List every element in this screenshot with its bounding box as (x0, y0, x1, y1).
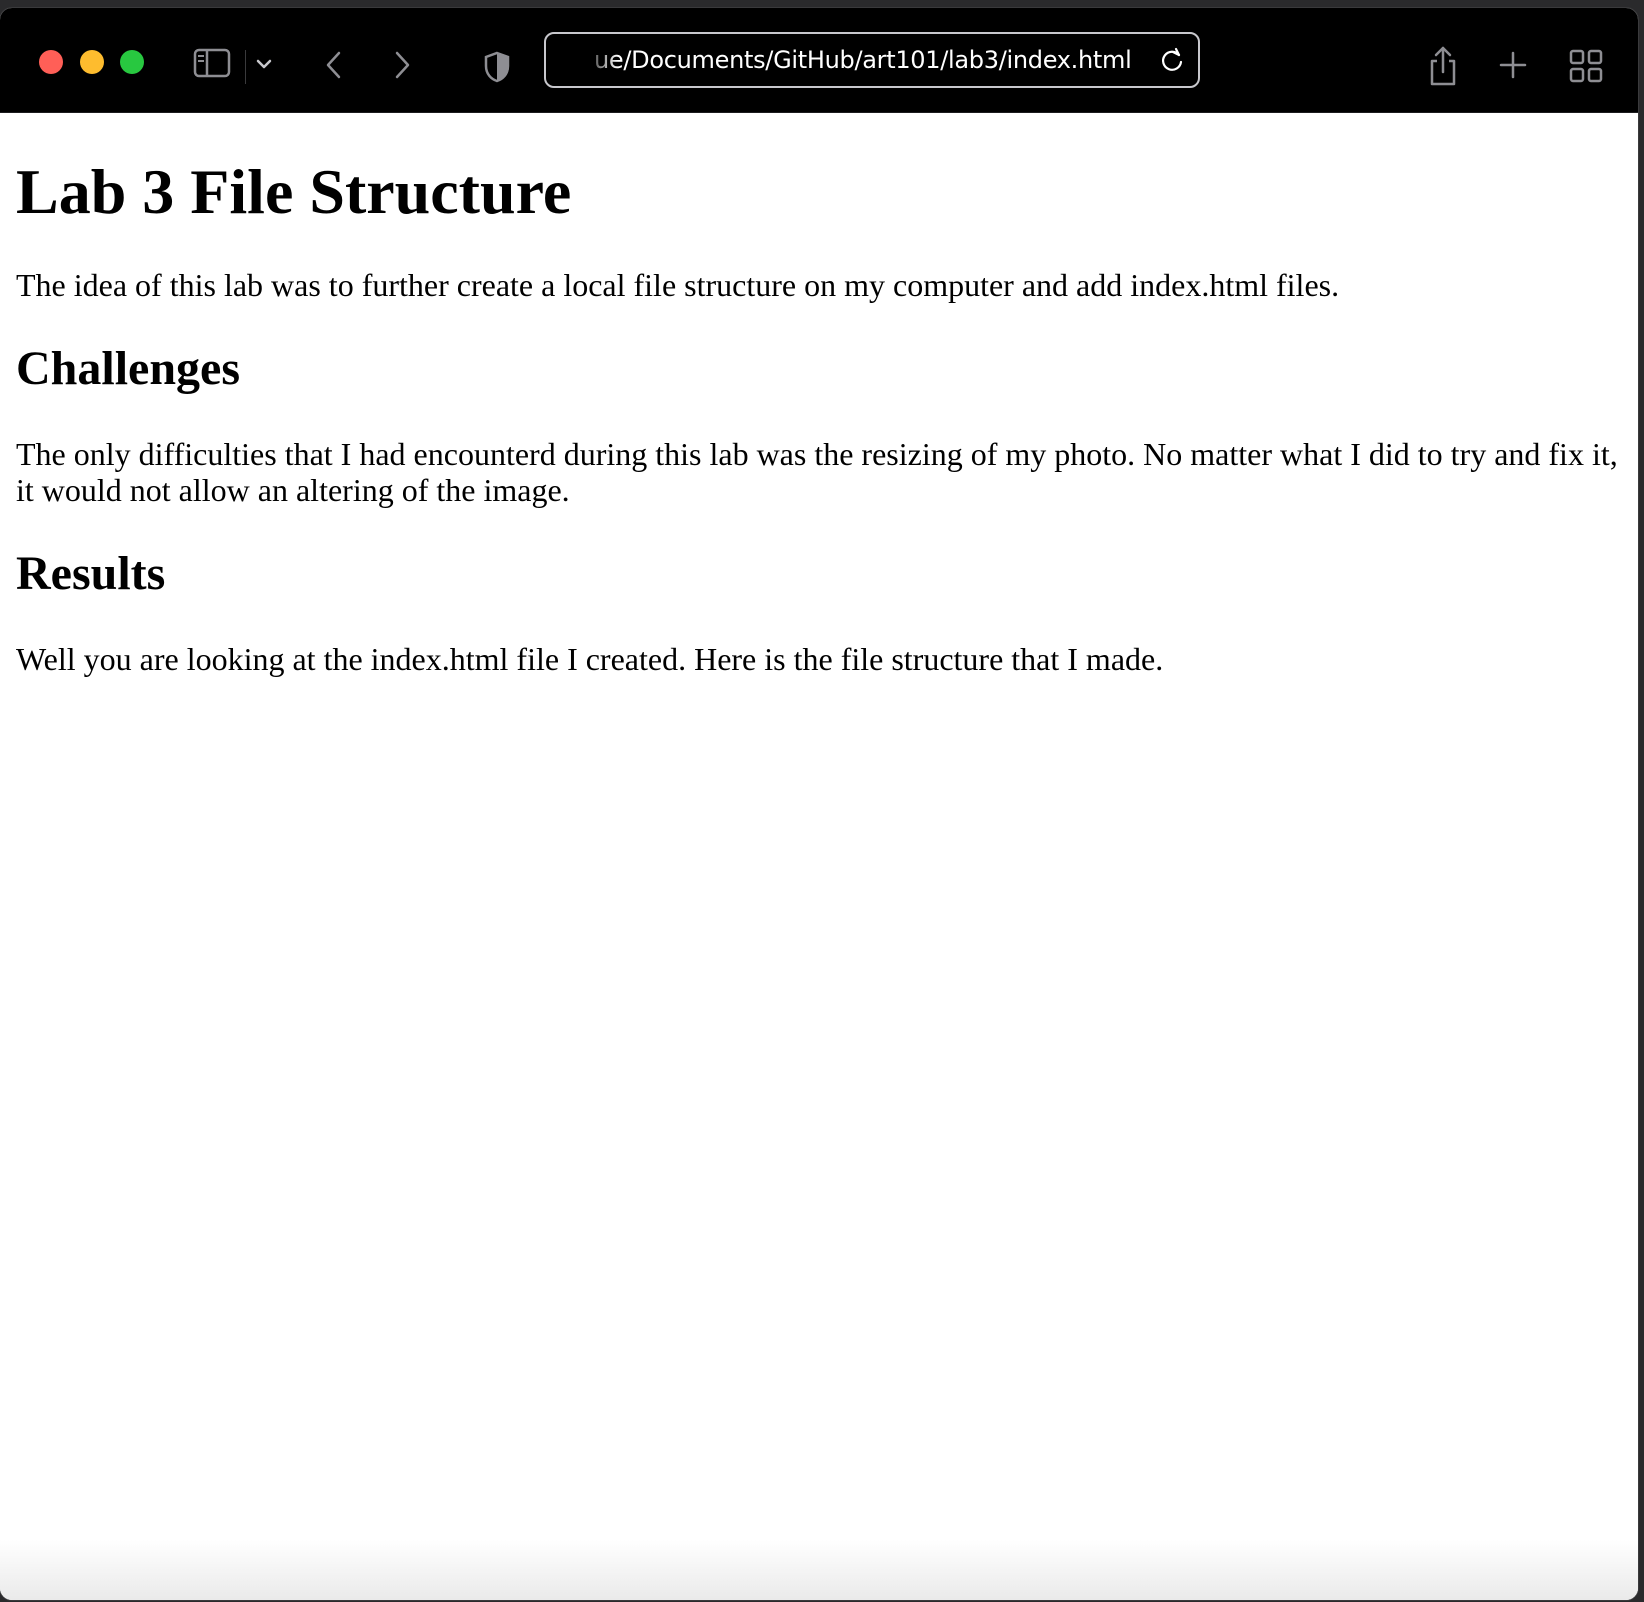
page-content: Lab 3 File Structure The idea of this la… (0, 113, 1638, 1600)
back-icon[interactable] (322, 48, 346, 82)
chevron-down-icon[interactable] (254, 56, 274, 72)
close-window-button[interactable] (39, 50, 63, 74)
sidebar-toggle-icon[interactable] (192, 48, 232, 78)
minimize-window-button[interactable] (80, 50, 104, 74)
url-text[interactable]: ue/Documents/GitHub/art101/lab3/index.ht… (594, 46, 1132, 74)
new-tab-icon[interactable] (1496, 48, 1530, 82)
privacy-shield-icon[interactable] (482, 50, 512, 84)
address-bar[interactable]: ue/Documents/GitHub/art101/lab3/index.ht… (544, 32, 1200, 88)
results-paragraph: Well you are looking at the index.html f… (16, 640, 1164, 677)
browser-window: ue/Documents/GitHub/art101/lab3/index.ht… (0, 8, 1638, 1600)
challenges-paragraph: The only difficulties that I had encount… (16, 436, 1618, 509)
challenges-heading: Challenges (16, 342, 241, 396)
forward-icon[interactable] (390, 48, 414, 82)
url-fade (566, 40, 618, 80)
tab-overview-icon[interactable] (1568, 48, 1604, 84)
maximize-window-button[interactable] (120, 50, 144, 74)
toolbar-divider (245, 50, 246, 84)
page-title: Lab 3 File Structure (16, 156, 572, 227)
window-bottom-shade (0, 1540, 1638, 1600)
intro-paragraph: The idea of this lab was to further crea… (16, 267, 1340, 304)
browser-toolbar: ue/Documents/GitHub/art101/lab3/index.ht… (0, 8, 1638, 113)
reload-icon[interactable] (1158, 46, 1186, 74)
results-heading: Results (16, 547, 166, 601)
share-icon[interactable] (1426, 44, 1460, 88)
